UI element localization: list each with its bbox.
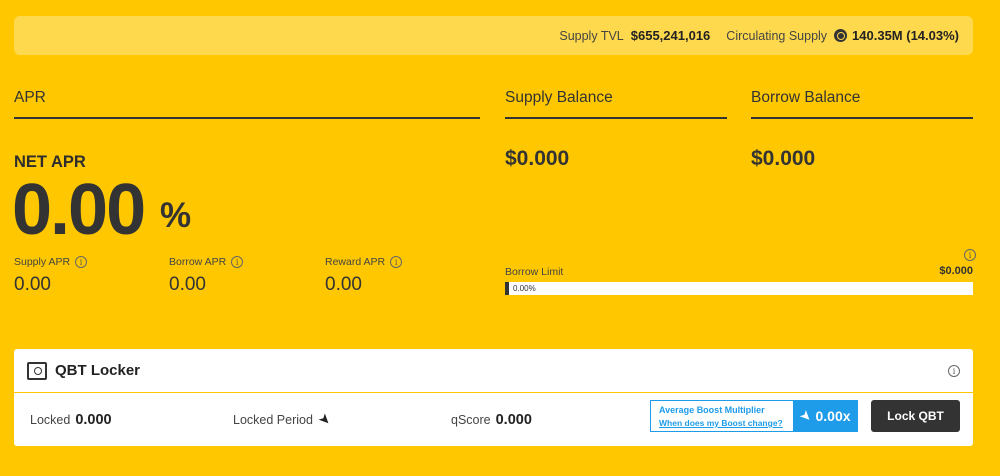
locker-title: QBT Locker (55, 362, 141, 379)
borrow-balance-value: $0.000 (751, 147, 816, 170)
borrow-limit-bar: 0.00% (505, 282, 973, 295)
locked-label: Locked (30, 412, 71, 427)
boost-info-link[interactable]: When does my Boost change? (659, 418, 793, 428)
borrow-balance-header: Borrow Balance (751, 89, 861, 106)
borrow-limit-label: Borrow Limit (505, 266, 564, 278)
borrow-apr-label: Borrow APR (169, 256, 227, 268)
reward-apr-value: 0.00 (325, 274, 362, 295)
locked-period-stat: Locked Period ➤ (233, 409, 335, 429)
supply-balance-value: $0.000 (505, 147, 570, 170)
supply-apr-label-group: Supply APR i (14, 256, 88, 268)
circulating-supply-value: 140.35M (14.03%) (852, 28, 959, 43)
borrow-apr-value: 0.00 (169, 274, 206, 295)
borrow-limit-fill (505, 282, 509, 295)
locked-value: 0.000 (75, 411, 112, 428)
supply-tvl-label: Supply TVL (559, 28, 624, 43)
rocket-icon: ➤ (797, 407, 815, 425)
reward-apr-label: Reward APR (325, 256, 386, 268)
circulating-supply-label: Circulating Supply (726, 28, 828, 43)
supply-apr-label: Supply APR (14, 256, 71, 268)
locked-period-label: Locked Period (233, 412, 313, 427)
supply-tvl-value: $655,241,016 (630, 28, 711, 43)
locked-stat: Locked 0.000 (30, 412, 112, 428)
rocket-icon: ➤ (315, 409, 335, 429)
boost-title: Average Boost Multiplier (659, 405, 765, 415)
apr-header: APR (14, 89, 46, 106)
coin-icon (834, 29, 848, 42)
boost-value: 0.00x (815, 408, 851, 424)
stats-bar: Supply TVL $655,241,016 Circulating Supp… (14, 16, 973, 55)
supply-balance-header: Supply Balance (505, 89, 613, 106)
info-icon[interactable]: i (390, 256, 403, 268)
locker-header: QBT Locker i (14, 349, 973, 393)
net-apr-value: 0.00 (12, 170, 146, 250)
qscore-value: 0.000 (495, 411, 532, 428)
info-icon[interactable]: i (231, 256, 244, 268)
boost-value-badge: ➤ 0.00x (794, 400, 858, 432)
borrow-limit-percent: 0.00% (513, 284, 536, 293)
borrow-limit-value: $0.000 (939, 265, 973, 277)
reward-apr-label-group: Reward APR i (325, 256, 403, 268)
info-icon[interactable]: i (948, 365, 960, 377)
qscore-label: qScore (451, 412, 491, 427)
locker-stats-row: Locked 0.000 Locked Period ➤ qScore 0.00… (14, 393, 973, 446)
net-apr-unit: % (160, 196, 192, 235)
borrow-balance-divider (751, 117, 973, 119)
borrow-apr-label-group: Borrow APR i (169, 256, 244, 268)
safe-icon (27, 361, 47, 380)
boost-multiplier-box: Average Boost Multiplier When does my Bo… (650, 400, 794, 432)
qscore-stat: qScore 0.000 (451, 412, 532, 428)
apr-divider (14, 117, 480, 119)
qbt-locker-panel: QBT Locker i Locked 0.000 Locked Period … (14, 349, 973, 446)
info-icon[interactable]: i (964, 249, 976, 261)
supply-apr-value: 0.00 (14, 274, 51, 295)
supply-balance-divider (505, 117, 727, 119)
lock-qbt-button[interactable]: Lock QBT (871, 400, 960, 432)
info-icon[interactable]: i (75, 256, 88, 268)
